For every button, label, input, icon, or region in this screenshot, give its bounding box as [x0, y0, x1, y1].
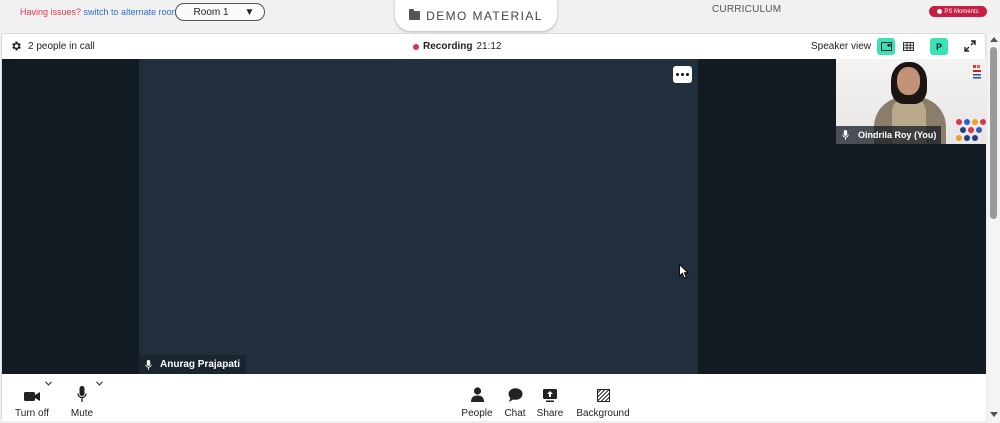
call-header: 2 people in call Recording 21:12 Speaker… [2, 34, 985, 59]
issues-notice: Having issues? switch to alternate room [20, 7, 179, 17]
wall-decoration [954, 117, 986, 143]
background-button[interactable]: Background [574, 374, 632, 419]
gear-icon[interactable] [10, 40, 22, 52]
self-video-tile[interactable]: Oindrila Roy (You) [836, 59, 986, 144]
caret-down-icon: ▼ [244, 6, 255, 18]
background-label: Background [576, 408, 630, 419]
main-video-tile[interactable]: Anurag Prajapati [139, 59, 698, 374]
share-label: Share [536, 408, 564, 419]
camera-toggle-label: Turn off [15, 408, 49, 419]
wall-logo-icon [973, 65, 981, 79]
speaker-view-button[interactable] [877, 38, 895, 55]
switch-room-link[interactable]: switch to alternate room [84, 7, 180, 17]
video-stage: Anurag Prajapati Oindrila Roy (You) [2, 59, 986, 374]
recording-status: Recording 21:12 [413, 41, 501, 52]
scroll-down-icon[interactable] [990, 412, 998, 417]
self-participant-tag: Oindrila Roy (You) [836, 126, 942, 144]
camera-icon [24, 392, 40, 401]
mouse-cursor-icon [679, 264, 689, 279]
chat-button[interactable]: Chat [503, 374, 527, 419]
chevron-down-icon[interactable] [45, 381, 52, 386]
recording-dot-icon [413, 43, 419, 50]
self-participant-name: Oindrila Roy (You) [858, 130, 937, 140]
folder-icon [409, 9, 421, 20]
mic-icon [77, 386, 87, 402]
speaker-view-label: Speaker view [811, 41, 872, 52]
people-label: People [461, 408, 493, 419]
mic-icon [842, 130, 849, 140]
share-button[interactable]: Share [536, 374, 564, 419]
more-icon [676, 73, 679, 76]
room-select[interactable]: Room 1 ▼ [175, 3, 265, 21]
people-button[interactable]: People [460, 374, 494, 419]
expand-icon[interactable] [964, 40, 976, 52]
ps-moments-button[interactable]: PS Moments [929, 6, 987, 17]
recording-label: Recording [423, 41, 473, 52]
chat-label: Chat [504, 408, 526, 419]
demo-material-label: DEMO MATERIAL [426, 8, 543, 23]
grid-view-icon [902, 42, 914, 51]
share-icon [543, 389, 557, 402]
call-controls: Turn off Mute People Chat Share Backgrou… [2, 374, 986, 421]
main-participant-tag: Anurag Prajapati [139, 355, 247, 374]
scrollbar-thumb[interactable] [990, 47, 997, 219]
more-icon [686, 73, 689, 76]
room-select-value: Room 1 [193, 6, 229, 18]
recording-time: 21:12 [476, 41, 502, 52]
pip-button[interactable]: P [930, 38, 948, 55]
curriculum-link[interactable]: CURRICULUM [712, 4, 781, 15]
call-window: 2 people in call Recording 21:12 Speaker… [1, 33, 986, 421]
ps-moments-icon [937, 9, 943, 14]
chat-icon [508, 388, 522, 402]
people-count: 2 people in call [28, 41, 95, 52]
speaker-view-icon [880, 42, 892, 51]
mic-icon [145, 359, 152, 370]
background-icon [596, 389, 610, 402]
person-silhouette [897, 67, 920, 95]
issues-text: Having issues? [20, 7, 82, 17]
more-icon [681, 73, 684, 76]
chevron-down-icon[interactable] [96, 381, 103, 386]
mute-label: Mute [70, 408, 94, 419]
ps-moments-label: PS Moments [944, 8, 979, 15]
demo-material-tab[interactable]: DEMO MATERIAL [395, 0, 557, 31]
mute-button[interactable]: Mute [68, 374, 96, 419]
top-bar: Having issues? switch to alternate room … [0, 0, 1000, 34]
grid-view-button[interactable] [899, 38, 917, 55]
more-options-button[interactable] [673, 66, 692, 83]
page-scrollbar[interactable] [988, 33, 1000, 423]
main-participant-name: Anurag Prajapati [160, 359, 241, 370]
person-icon [470, 387, 484, 402]
scroll-up-icon[interactable] [990, 37, 998, 42]
